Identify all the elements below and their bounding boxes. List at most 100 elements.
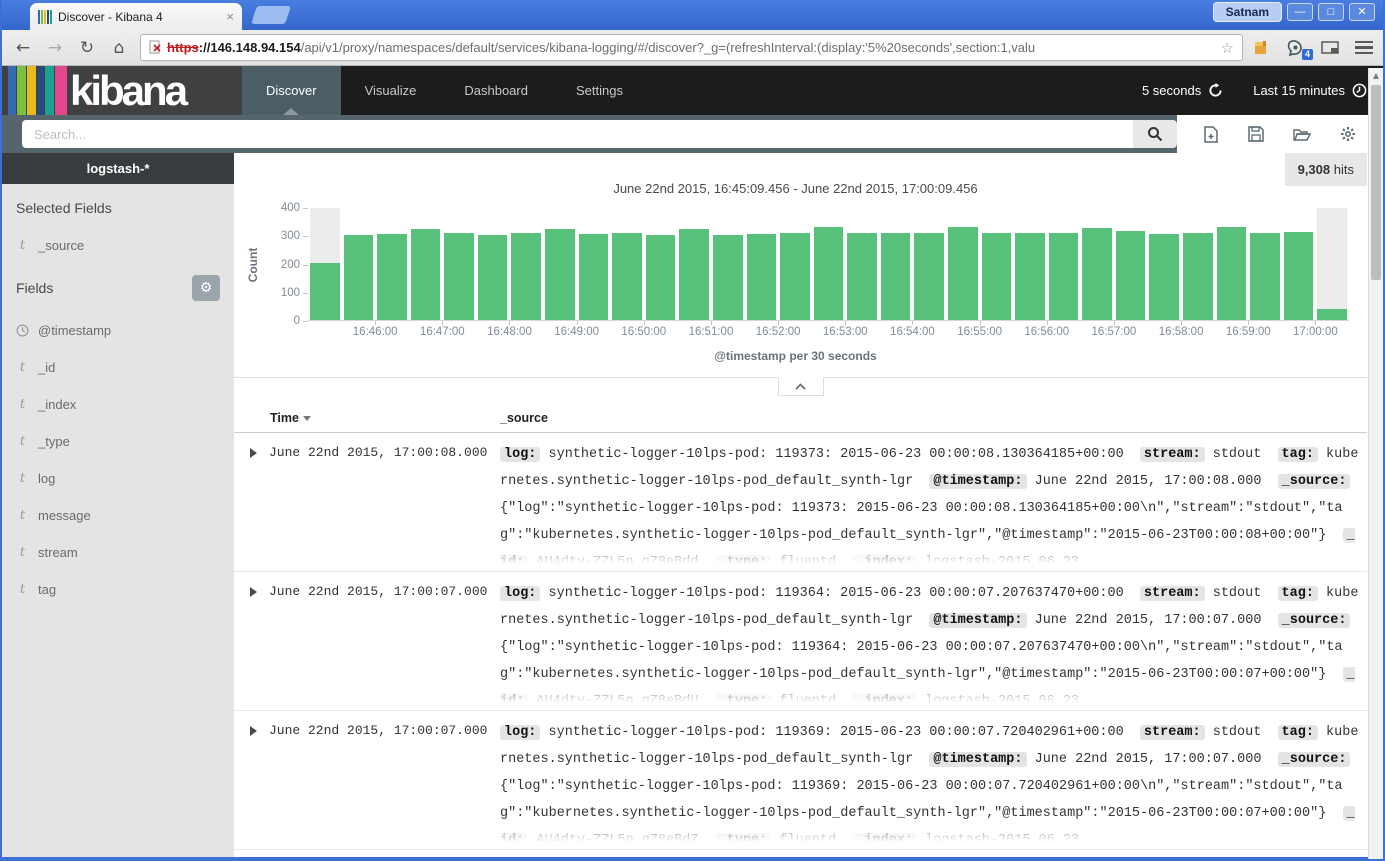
field-item-_source[interactable]: t_source (16, 238, 220, 253)
field-item-tag[interactable]: ttag (16, 582, 220, 597)
string-field-icon: t (16, 508, 29, 523)
scrollbar-up-arrow[interactable]: ▲ (1369, 68, 1383, 83)
collapse-chart-button[interactable] (778, 377, 824, 396)
window-minimize-button[interactable]: — (1287, 3, 1313, 21)
browser-menu-icon[interactable] (1355, 38, 1373, 58)
field-chip: stream: (1140, 586, 1205, 601)
settings-button[interactable] (1340, 126, 1356, 142)
field-name: stream (38, 545, 78, 560)
bookmark-star-icon[interactable]: ☆ (1221, 39, 1234, 57)
histogram-bar[interactable] (646, 235, 676, 320)
search-input[interactable] (22, 120, 1133, 148)
refresh-interval-label: 5 seconds (1142, 83, 1201, 98)
search-button[interactable] (1133, 120, 1177, 148)
histogram-bar[interactable] (478, 235, 508, 320)
histogram-bar[interactable] (1284, 232, 1314, 320)
field-item-message[interactable]: tmessage (16, 508, 220, 523)
time-column-header[interactable]: Time (234, 411, 500, 425)
field-settings-button[interactable]: ⚙ (192, 275, 220, 301)
expand-row-icon[interactable] (250, 726, 257, 736)
save-search-button[interactable] (1248, 126, 1264, 142)
histogram-bar[interactable] (545, 229, 575, 320)
browser-tab[interactable]: Discover - Kibana 4 × (30, 3, 242, 30)
histogram-bar[interactable] (1183, 233, 1213, 320)
cast-screen-icon[interactable] (1321, 41, 1345, 55)
refresh-interval-button[interactable]: 5 seconds (1142, 83, 1223, 98)
field-item-timestamp[interactable]: @timestamp (16, 323, 220, 338)
logo-stripe (8, 66, 16, 115)
histogram-bar[interactable] (814, 227, 844, 320)
histogram-bar-slot (847, 208, 877, 320)
x-axis-label: @timestamp per 30 seconds (242, 349, 1349, 363)
tab-close-icon[interactable]: × (226, 10, 234, 23)
histogram-bar[interactable] (511, 233, 541, 320)
new-search-button[interactable] (1204, 126, 1219, 143)
new-tab-button[interactable] (251, 6, 291, 24)
histogram-bar[interactable] (377, 234, 407, 320)
histogram-bar[interactable] (914, 233, 944, 320)
nav-item-settings[interactable]: Settings (552, 66, 647, 115)
scrollbar-thumb[interactable] (1371, 85, 1381, 280)
x-tick-mark (1315, 321, 1316, 325)
back-icon[interactable]: ← (12, 38, 34, 58)
favicon-stripe (38, 10, 40, 24)
histogram-bar[interactable] (1217, 227, 1247, 320)
hangouts-phone-icon[interactable]: 4 (1287, 39, 1311, 57)
expand-row-icon[interactable] (250, 448, 257, 458)
histogram-bar[interactable] (1082, 228, 1112, 320)
histogram-bar[interactable] (948, 227, 978, 320)
nav-item-discover[interactable]: Discover (242, 66, 341, 115)
histogram-bar[interactable] (982, 233, 1012, 320)
page-scrollbar[interactable]: ▲ (1368, 68, 1383, 859)
histogram-bar-slot (478, 208, 508, 320)
histogram-bar[interactable] (1250, 233, 1280, 320)
url-text[interactable]: https://146.148.94.154/api/v1/proxy/name… (167, 40, 1216, 55)
histogram-bar[interactable] (747, 234, 777, 320)
url-path: /api/v1/proxy/namespaces/default/service… (301, 40, 1035, 55)
url-bar[interactable]: https://146.148.94.154/api/v1/proxy/name… (140, 34, 1243, 61)
window-maximize-button[interactable]: □ (1318, 3, 1344, 21)
browser-window: Discover - Kibana 4 × Satnam — □ ✕ ← → ↻… (0, 0, 1385, 861)
field-item-_index[interactable]: t_index (16, 397, 220, 412)
forward-icon[interactable]: → (44, 38, 66, 58)
open-search-button[interactable] (1293, 127, 1311, 142)
field-item-_type[interactable]: t_type (16, 434, 220, 449)
histogram-bar[interactable] (444, 233, 474, 320)
histogram-bar[interactable] (1317, 309, 1347, 320)
browser-titlebar: Discover - Kibana 4 × Satnam — □ ✕ (2, 0, 1383, 30)
histogram-bar[interactable] (579, 234, 609, 320)
field-item-stream[interactable]: tstream (16, 545, 220, 560)
field-name: _type (38, 434, 70, 449)
histogram-bar[interactable] (713, 235, 743, 320)
window-close-button[interactable]: ✕ (1349, 3, 1375, 21)
reload-icon[interactable]: ↻ (76, 38, 98, 58)
histogram-bar[interactable] (411, 229, 441, 320)
histogram-bar[interactable] (1116, 231, 1146, 320)
histogram-bar[interactable] (881, 233, 911, 320)
home-icon[interactable]: ⌂ (108, 38, 130, 58)
extension-icon[interactable] (1253, 40, 1277, 56)
string-field-icon: t (16, 397, 29, 412)
time-range-button[interactable]: Last 15 minutes (1253, 83, 1367, 98)
histogram-bar[interactable] (612, 233, 642, 320)
source-column-header[interactable]: _source (500, 411, 548, 425)
histogram-plot (308, 208, 1349, 321)
histogram-bar[interactable] (847, 233, 877, 320)
field-item-log[interactable]: tlog (16, 471, 220, 486)
index-pattern-label[interactable]: logstash-* (2, 153, 234, 184)
histogram-bar[interactable] (1049, 233, 1079, 320)
histogram-bar[interactable] (780, 233, 810, 320)
histogram-bar[interactable] (679, 229, 709, 320)
histogram-bar[interactable] (1149, 234, 1179, 320)
histogram-bar[interactable] (344, 235, 374, 320)
kibana-logo[interactable]: kibana (2, 66, 242, 115)
x-tick-mark (711, 321, 712, 325)
nav-item-dashboard[interactable]: Dashboard (440, 66, 552, 115)
field-item-_id[interactable]: t_id (16, 360, 220, 375)
browser-profile-button[interactable]: Satnam (1213, 2, 1282, 22)
histogram-bar[interactable] (1015, 233, 1045, 320)
histogram-bar[interactable] (310, 263, 340, 320)
expand-row-icon[interactable] (250, 587, 257, 597)
nav-item-visualize[interactable]: Visualize (341, 66, 441, 115)
string-field-icon: t (16, 582, 29, 597)
